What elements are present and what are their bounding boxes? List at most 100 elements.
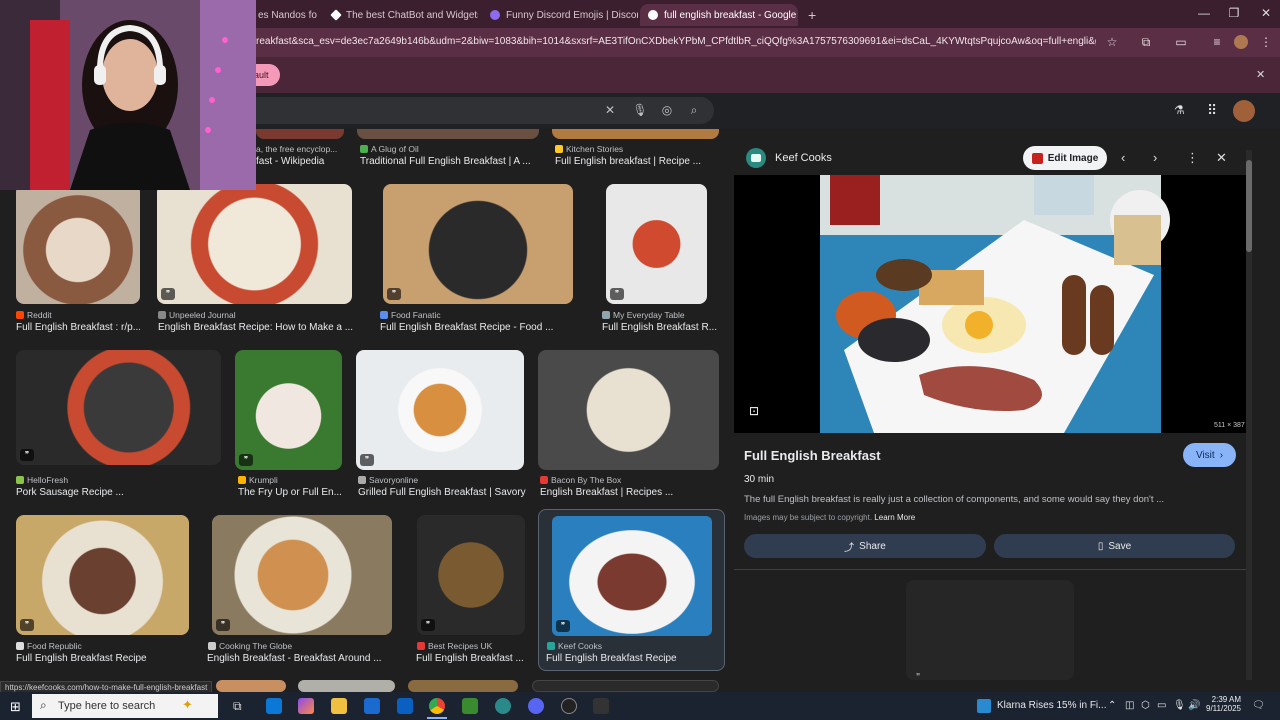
network-icon[interactable]: ▭ [1157,700,1166,711]
minecraft-icon[interactable] [462,698,478,714]
image-result[interactable] [256,129,344,139]
search-icon[interactable]: ⌕ [686,103,702,118]
result-title[interactable]: English Breakfast | Recipes ... [540,487,718,498]
image-result[interactable] [216,680,286,692]
restore-icon[interactable]: ❐ [1224,6,1244,20]
edge-icon[interactable] [266,698,282,714]
result-title[interactable]: Full English Breakfast Recipe [546,653,716,664]
image-result[interactable]: ❞ [235,350,342,470]
image-dimensions: 511 × 387 [1214,422,1245,429]
result-source: Kitchen Stories [555,144,623,154]
image-result[interactable]: ❞ [383,184,573,304]
window-close-icon[interactable]: ✕ [1256,6,1276,20]
result-title[interactable]: Full English Breakfast ... [416,653,526,664]
news-headline[interactable]: Klarna Rises 15% in Fi... [997,700,1107,711]
account-avatar[interactable] [1233,100,1255,122]
minimize-icon[interactable]: — [1194,6,1214,20]
reading-list-icon[interactable]: ≡ [1208,35,1226,49]
result-title[interactable]: The Fry Up or Full En... [238,487,342,498]
chip-label: ault [254,70,269,80]
result-title[interactable]: fast - Wikipedia [256,156,346,167]
result-title[interactable]: Full English Breakfast Recipe [16,653,191,664]
related-image-placeholder[interactable] [906,580,1074,680]
breakfast-preview-image[interactable] [734,175,1246,433]
menu-kebab-icon[interactable]: ⋮ [1257,35,1275,49]
lens-icon[interactable]: ◎ [659,103,675,117]
news-widget-icon[interactable] [977,699,991,713]
store-icon[interactable] [364,698,380,714]
tray-overflow-icon[interactable]: ⌃ [1108,700,1116,711]
result-title[interactable]: Full English breakfast | Recipe ... [555,156,720,167]
share-button[interactable]: ⤴ Share [744,534,986,558]
tray-app-icon[interactable]: ⬡ [1141,700,1150,711]
tray-app-icon[interactable]: ◫ [1125,700,1134,711]
image-result[interactable]: ❞ [417,515,525,635]
clock[interactable]: 2:39 AM 9/11/2025 [1205,695,1241,713]
image-result[interactable]: ❞ [16,515,189,635]
next-icon[interactable]: › [1153,150,1157,165]
image-result[interactable]: ❞ [212,515,392,635]
outlook-icon[interactable] [397,698,413,714]
edit-image-button[interactable]: Edit Image [1023,146,1107,170]
task-view-icon[interactable]: ⧉ [233,699,242,714]
extensions-icon[interactable]: ⧉ [1137,35,1155,50]
image-result[interactable] [408,680,518,692]
visit-button[interactable]: Visit › [1183,443,1236,467]
result-title[interactable]: Full English Breakfast Recipe - Food ... [380,322,580,333]
panel-site-name[interactable]: Keef Cooks [775,152,832,164]
address-bar[interactable]: reakfast&sca_esv=de3ec7a2649b146b&udm=2&… [256,36,1096,47]
taskbar-search-input[interactable]: ⌕ Type here to search ✦ [32,694,218,718]
obs-icon[interactable] [561,698,577,714]
result-title[interactable]: Full English Breakfast R... [602,322,717,333]
image-result[interactable]: ❞ [16,350,221,465]
microphone-icon[interactable]: 🎙 [1173,700,1186,711]
lens-search-icon[interactable]: ⊡ [749,404,759,418]
result-title[interactable]: Grilled Full English Breakfast | Savory [358,487,528,498]
result-title[interactable]: English Breakfast - Breakfast Around ... [207,653,397,664]
image-result[interactable]: ❞ [157,184,352,304]
result-title[interactable]: Traditional Full English Breakfast | A .… [360,156,535,167]
image-result[interactable]: ❞ [606,184,707,304]
site-favicon-icon [380,311,388,319]
save-button[interactable]: ▯ Save [994,534,1235,558]
bookmark-star-icon[interactable]: ☆ [1103,35,1121,49]
file-explorer-icon[interactable] [331,698,347,714]
scrollbar-thumb[interactable] [1246,160,1252,252]
epic-games-icon[interactable] [593,698,609,714]
notice-close-icon[interactable]: ✕ [1256,68,1265,81]
image-result[interactable] [357,129,539,139]
tab-discord-emojis[interactable]: Funny Discord Emojis | Discord ✕ [482,4,638,26]
image-result[interactable] [298,680,395,692]
tab-nandos[interactable]: es Nandos fo ✕ [250,4,322,26]
new-tab-button[interactable]: + [800,4,822,26]
app-icon[interactable] [495,698,511,714]
labs-flask-icon[interactable]: ⚗ [1174,103,1185,117]
image-result[interactable] [532,680,719,692]
windows-start-icon[interactable]: ⊞ [10,699,21,715]
tab-google-search[interactable]: full english breakfast - Google S ✕ [640,4,798,26]
profile-avatar[interactable] [1234,35,1248,49]
volume-icon[interactable]: 🔊 [1188,700,1200,711]
clear-search-icon[interactable]: ✕ [602,103,618,117]
tab-chatbot[interactable]: The best ChatBot and Widgets ✕ [324,4,478,26]
image-result[interactable]: ❞ [356,350,524,470]
discord-icon[interactable] [528,698,544,714]
result-title[interactable]: English Breakfast Recipe: How to Make a … [158,322,353,333]
image-result[interactable] [538,350,719,470]
cast-icon[interactable]: ▭ [1172,35,1190,49]
plus-icon: + [808,7,817,23]
notifications-icon[interactable]: 🗨 [1252,700,1265,711]
previous-icon[interactable]: ‹ [1121,150,1125,165]
close-panel-icon[interactable]: ✕ [1216,150,1227,166]
more-options-icon[interactable]: ⋮ [1186,150,1199,166]
apps-grid-icon[interactable]: ⠿ [1207,102,1217,119]
image-result[interactable] [16,184,140,304]
image-result[interactable] [552,129,719,139]
result-title[interactable]: Full English Breakfast : r/p... [16,322,140,333]
microphone-icon[interactable]: 🎙 [632,103,648,117]
copilot-icon[interactable] [298,698,314,714]
result-source: A Glug of Oil [360,144,419,154]
chrome-icon[interactable] [429,698,445,714]
learn-more-link[interactable]: Learn More [874,513,915,522]
result-title[interactable]: Pork Sausage Recipe ... [16,487,216,498]
